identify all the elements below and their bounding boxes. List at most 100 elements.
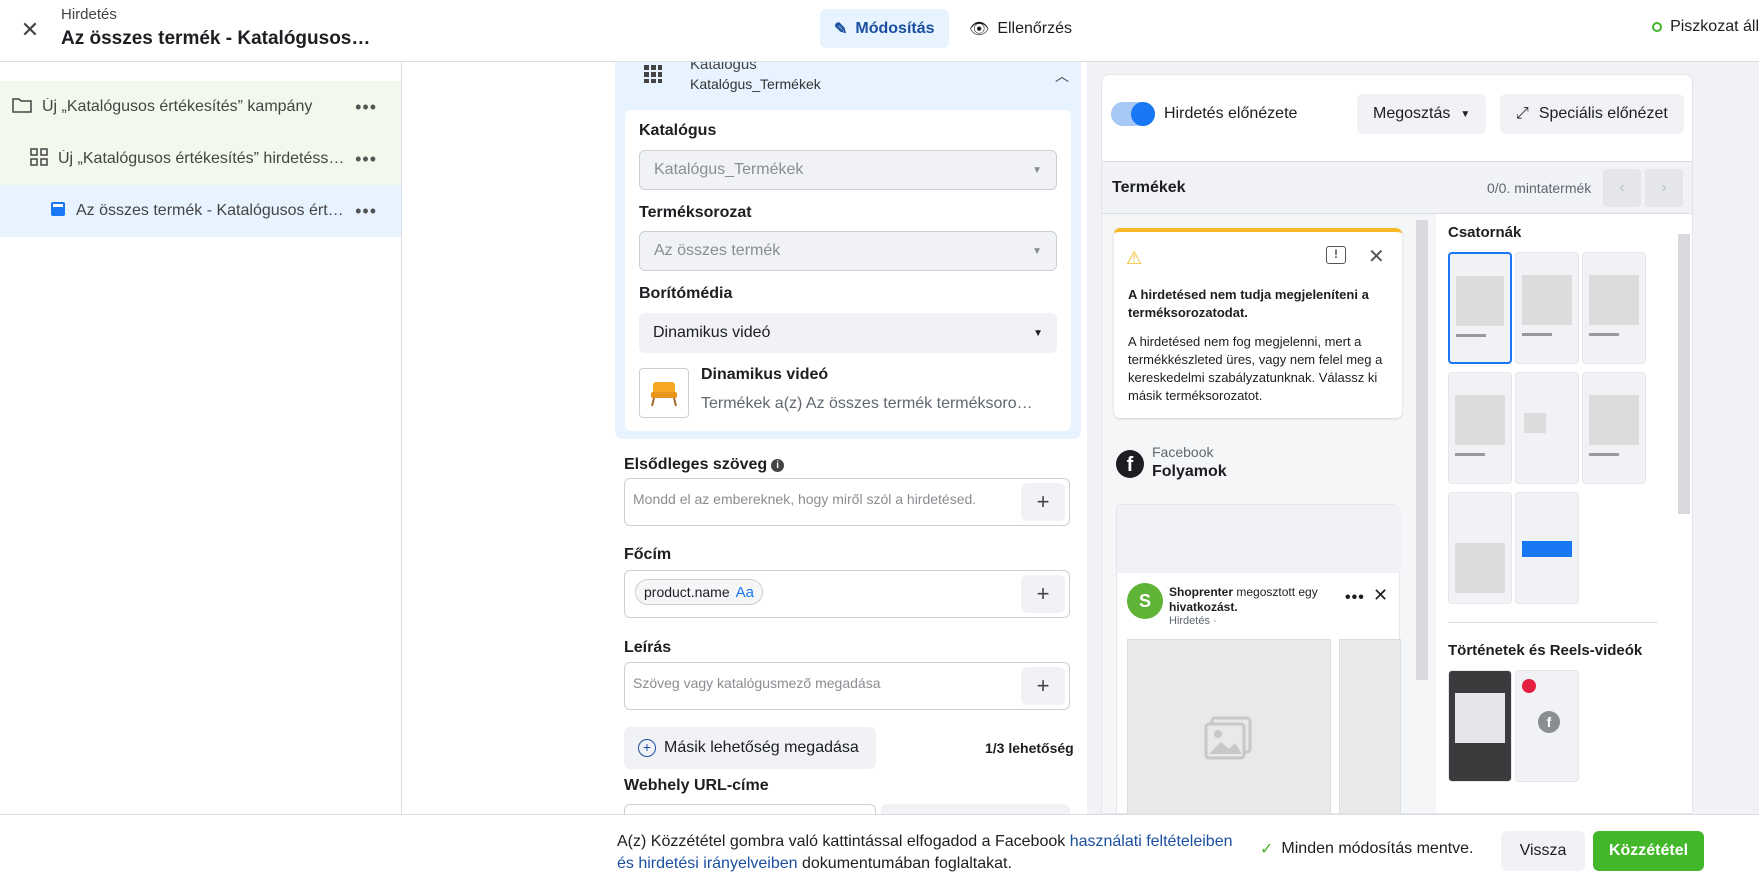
primary-text-input[interactable]: Mondd el az embereknek, hogy miről szól … <box>624 478 1070 526</box>
tree-item-label: Új „Katalógusos értékesítés” kampány <box>42 98 313 115</box>
placement-thumbnail[interactable] <box>1448 492 1512 604</box>
tab-edit-label: Módosítás <box>855 19 935 37</box>
placement-thumbnail[interactable]: f <box>1515 670 1579 782</box>
ad-icon <box>50 201 66 222</box>
tab-review[interactable]: 👁 Ellenőrzés <box>955 9 1086 48</box>
page-title: Az összes termék - Katalógusos… <box>61 28 371 49</box>
add-headline-button[interactable]: + <box>1021 575 1065 613</box>
save-status: ✓ Minden módosítás mentve. <box>1260 839 1474 859</box>
media-title: Dinamikus videó <box>701 366 829 383</box>
pencil-icon: ✎ <box>834 20 848 38</box>
scrollbar[interactable] <box>1678 234 1690 514</box>
chevron-right-icon[interactable]: › <box>1645 169 1683 207</box>
description-input[interactable]: Szöveg vagy katalógusmező megadása + <box>624 662 1070 710</box>
tree-item-ad[interactable]: Az összes termék - Katalógusos ért… ••• <box>0 185 401 237</box>
add-option-button[interactable]: + Másik lehetőség megadása <box>624 727 876 769</box>
add-primary-text-button[interactable]: + <box>1021 483 1065 521</box>
legal-text: A(z) Közzététel gombra való kattintással… <box>617 831 1247 875</box>
folder-icon <box>12 97 32 118</box>
placement-preview: ⚠ ! ✕ A hirdetésed nem tudja megjeleníte… <box>1102 214 1430 813</box>
channels-title: Csatornák <box>1448 224 1522 241</box>
primary-text-placeholder: Mondd el az embereknek, hogy miről szól … <box>633 491 977 507</box>
post-preview: S Shoprenter megosztott egy hivatkozást.… <box>1116 504 1401 813</box>
product-set-select[interactable]: Az összes termék ▼ <box>639 231 1057 271</box>
add-description-button[interactable]: + <box>1021 667 1065 705</box>
advanced-preview-button[interactable]: ⤢ Speciális előnézet <box>1500 94 1684 134</box>
share-button[interactable]: Megosztás ▼ <box>1357 94 1487 134</box>
placement-thumbnail[interactable] <box>1582 372 1646 484</box>
info-icon[interactable]: i <box>771 459 785 472</box>
more-icon[interactable]: ••• <box>1345 589 1365 607</box>
chip-tag: Aa <box>735 583 754 601</box>
url-input[interactable] <box>624 804 876 814</box>
more-icon[interactable]: ••• <box>355 149 377 170</box>
catalog-header-label: Katalógus <box>690 62 757 73</box>
catalog-select-value: Katalógus_Termékek <box>654 161 804 178</box>
back-button[interactable]: Vissza <box>1501 831 1585 871</box>
preview-toggle[interactable] <box>1111 102 1155 126</box>
catalog-header-value: Katalógus_Termékek <box>690 76 821 92</box>
chevron-left-icon[interactable]: ‹ <box>1603 169 1641 207</box>
headline-field-chip[interactable]: product.name Aa <box>635 579 763 605</box>
warning-card: ⚠ ! ✕ A hirdetésed nem tudja megjeleníte… <box>1114 228 1402 418</box>
placement-thumbnail[interactable] <box>1582 252 1646 364</box>
chevron-down-icon: ▼ <box>1032 245 1042 257</box>
products-title: Termékek <box>1112 179 1186 196</box>
close-icon[interactable]: ✕ <box>1368 244 1385 269</box>
platform-name: Facebook <box>1152 444 1214 460</box>
draft-status: Piszkozat áll <box>1652 18 1759 36</box>
cover-media-value: Dinamikus videó <box>653 324 771 341</box>
tree-item-label: Az összes termék - Katalógusos ért… <box>76 202 344 219</box>
tree-item-label: Új „Katalógusos értékesítés” hirdetéss… <box>58 150 345 167</box>
ad-editor: Katalógus Katalógus_Termékek ︿ Katalógus… <box>402 62 1087 814</box>
check-icon: ✓ <box>1260 841 1274 858</box>
placement-thumbnail[interactable] <box>1448 252 1512 364</box>
post-author: Shoprenter <box>1169 585 1234 599</box>
url-preview-button[interactable] <box>881 804 1070 814</box>
tab-edit[interactable]: ✎ Módosítás <box>820 9 949 48</box>
chevron-up-icon[interactable]: ︿ <box>1055 66 1069 86</box>
status-dot-icon <box>1652 22 1663 32</box>
plus-circle-icon: + <box>638 739 656 757</box>
placement-thumbnail[interactable] <box>1515 252 1579 364</box>
eye-icon: 👁 <box>969 20 990 38</box>
post-action: megosztott egy <box>1233 585 1318 599</box>
ad-preview-panel: Hirdetés előnézete Megosztás ▼ ⤢ Speciál… <box>1101 74 1693 814</box>
publish-button[interactable]: Közzététel <box>1593 831 1704 871</box>
media-description: Termékek a(z) Az összes termék terméksor… <box>701 395 1033 412</box>
grid-icon <box>30 147 48 171</box>
close-icon[interactable]: ✕ <box>18 18 42 42</box>
product-set-value: Az összes termék <box>654 242 781 259</box>
tree-item-campaign[interactable]: Új „Katalógusos értékesítés” kampány ••• <box>0 81 401 133</box>
report-icon[interactable]: ! <box>1326 246 1346 264</box>
share-button-label: Megosztás <box>1373 105 1451 122</box>
header-label: Hirdetés <box>61 6 117 23</box>
top-header: ✕ Hirdetés Az összes termék - Katalóguso… <box>0 0 1759 62</box>
facebook-icon: f <box>1116 450 1144 478</box>
placement-thumbnail[interactable] <box>1448 372 1512 484</box>
headline-input[interactable]: product.name Aa + <box>624 570 1070 618</box>
placement-thumbnail[interactable] <box>1515 492 1579 604</box>
product-set-label: Terméksorozat <box>639 204 752 221</box>
close-icon[interactable]: ✕ <box>1373 585 1388 606</box>
blocked-icon <box>1522 679 1536 693</box>
save-status-label: Minden módosítás mentve. <box>1281 840 1474 857</box>
placement-thumbnail[interactable] <box>1515 372 1579 484</box>
catalog-label: Katalógus <box>639 122 717 139</box>
placement-thumbnail[interactable] <box>1448 670 1512 782</box>
cover-media-label: Borítómédia <box>639 285 733 302</box>
draft-status-label: Piszkozat áll <box>1670 18 1759 35</box>
warning-icon: ⚠ <box>1126 248 1143 268</box>
preview-toggle-label: Hirdetés előnézete <box>1164 105 1298 122</box>
placement-name: Folyamok <box>1152 463 1227 480</box>
more-icon[interactable]: ••• <box>355 97 377 118</box>
scrollbar[interactable] <box>1416 220 1428 680</box>
tab-review-label: Ellenőrzés <box>997 19 1073 37</box>
cover-media-select[interactable]: Dinamikus videó ▼ <box>639 313 1057 353</box>
catalog-select[interactable]: Katalógus_Termékek ▼ <box>639 150 1057 190</box>
tree-item-adset[interactable]: Új „Katalógusos értékesítés” hirdetéss… … <box>0 133 401 185</box>
chevron-down-icon: ▼ <box>1033 327 1043 339</box>
caret-down-icon: ▼ <box>1460 108 1471 120</box>
more-icon[interactable]: ••• <box>355 201 377 222</box>
facebook-icon: f <box>1538 711 1560 733</box>
